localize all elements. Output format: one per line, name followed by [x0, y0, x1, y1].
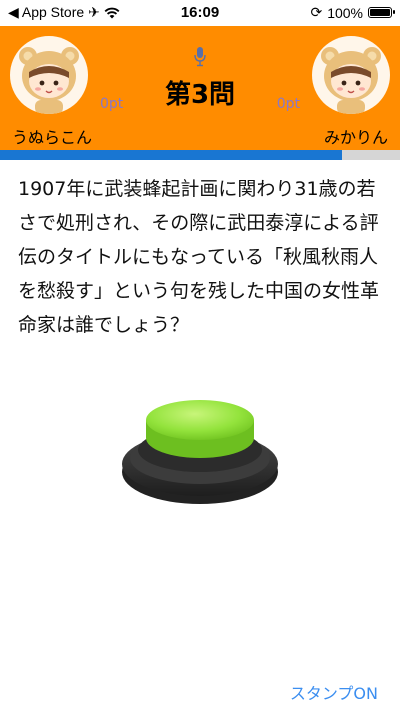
game-header: 0pt うぬらこん 第3問 0pt みかりん — [0, 26, 400, 150]
screen: ◀ App Store ✈ 16:09 ⟳ 100% 0pt うぬらこん 第3問… — [0, 0, 400, 710]
orientation-lock-icon: ⟳ — [310, 4, 323, 20]
battery-percent: 100% — [327, 4, 363, 21]
bear-girl-avatar-icon — [321, 47, 381, 114]
status-bar: ◀ App Store ✈ 16:09 ⟳ 100% — [0, 0, 400, 26]
battery-icon — [368, 7, 395, 18]
left-player-name: うぬらこん — [12, 128, 93, 147]
buzzer-button[interactable] — [115, 380, 285, 510]
avatar-right — [312, 36, 390, 114]
microphone-icon — [194, 47, 206, 67]
stamp-toggle-button[interactable]: スタンプON — [290, 680, 378, 704]
progress-bar — [0, 150, 400, 160]
progress-fill — [0, 150, 342, 160]
question-text: 1907年に武装蜂起計画に関わり31歳の若さで処刑され、その際に武田泰淳による評… — [18, 178, 380, 336]
status-right: ⟳ 100% — [310, 4, 395, 21]
right-player-name: みかりん — [323, 128, 388, 147]
right-player-points: 0pt — [276, 96, 300, 112]
